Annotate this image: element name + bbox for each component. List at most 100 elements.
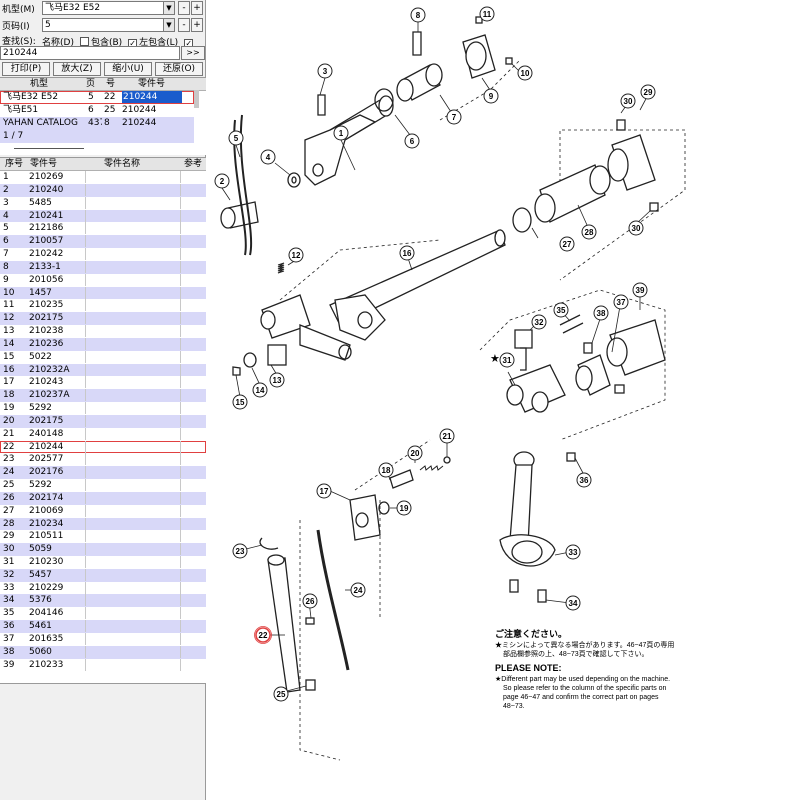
callout-37[interactable]: 37 (613, 294, 629, 310)
table-row[interactable]: 37 201635 (0, 632, 206, 646)
page-plus-button[interactable]: + (191, 18, 203, 32)
callout-21[interactable]: 21 (439, 428, 455, 444)
callout-4[interactable]: 4 (260, 149, 276, 165)
callout-31[interactable]: 31 (499, 352, 515, 368)
callout-18[interactable]: 18 (378, 462, 394, 478)
table-row[interactable]: 39 210233 (0, 658, 206, 672)
callout-36[interactable]: 36 (576, 472, 592, 488)
callout-38[interactable]: 38 (593, 305, 609, 321)
callout-13[interactable]: 13 (269, 372, 285, 388)
page-minus-button[interactable]: - (178, 18, 190, 32)
callout-2[interactable]: 2 (214, 173, 230, 189)
catalog-header-model[interactable]: 机型 (30, 78, 70, 90)
table-row[interactable]: 27 210069 (0, 504, 206, 518)
splitter-handle[interactable] (14, 148, 84, 149)
table-row[interactable]: 6 210057 (0, 235, 206, 249)
parts-header-part-no[interactable]: 零件号 (30, 158, 80, 170)
page-select[interactable]: 5 ▼ (42, 18, 175, 32)
callout-15[interactable]: 15 (232, 394, 248, 410)
table-row[interactable]: 36 5461 (0, 620, 206, 633)
table-row[interactable]: 31 210230 (0, 556, 206, 569)
callout-9[interactable]: 9 (483, 88, 499, 104)
callout-10[interactable]: 10 (517, 65, 533, 81)
callout-23[interactable]: 23 (232, 543, 248, 559)
callout-35[interactable]: 35 (553, 302, 569, 318)
restore-button[interactable]: 还原(O) (155, 62, 203, 76)
table-row[interactable]: 18 210237A (0, 389, 206, 402)
zoom-in-button[interactable]: 放大(Z) (53, 62, 101, 76)
include-checkbox[interactable] (79, 37, 89, 46)
table-row[interactable]: 35 204146 (0, 607, 206, 620)
table-row[interactable]: 13 210238 (0, 325, 206, 338)
table-row[interactable]: 34 5376 (0, 594, 206, 608)
callout-24[interactable]: 24 (350, 582, 366, 598)
table-row[interactable]: 21 240148 (0, 427, 206, 441)
callout-11[interactable]: 11 (479, 6, 495, 22)
callout-3[interactable]: 3 (317, 63, 333, 79)
parts-header-ref[interactable]: 参考 (184, 158, 206, 170)
callout-14[interactable]: 14 (252, 382, 268, 398)
table-row[interactable]: 30 5059 (0, 543, 206, 556)
model-select[interactable]: 飞马E32 E52 ▼ (42, 1, 175, 15)
model-plus-button[interactable]: + (191, 1, 203, 15)
table-row[interactable]: 22 210244 (0, 440, 206, 454)
callout-39[interactable]: 39 (632, 282, 648, 298)
table-row[interactable]: 33 210229 (0, 581, 206, 595)
callout-27[interactable]: 27 (559, 236, 575, 252)
catalog-row[interactable]: 飞马E32 E52 5 22 210244 (0, 91, 194, 104)
callout-29[interactable]: 29 (640, 84, 656, 100)
print-button[interactable]: 打印(P) (2, 62, 50, 76)
table-row[interactable]: 19 5292 (0, 402, 206, 415)
catalog-row[interactable]: 飞马E51 6 25 210244 (0, 104, 194, 117)
table-row[interactable]: 2 210240 (0, 183, 206, 197)
callout-30[interactable]: 30 (628, 220, 644, 236)
table-row[interactable]: 5 212186 (0, 222, 206, 235)
table-row[interactable]: 38 5060 (0, 645, 206, 659)
callout-17[interactable]: 17 (316, 483, 332, 499)
table-row[interactable]: 15 5022 (0, 350, 206, 364)
callout-8[interactable]: 8 (410, 7, 426, 23)
callout-33[interactable]: 33 (565, 544, 581, 560)
catalog-row[interactable]: YAHAN CATALOG 4378 210244 (0, 117, 194, 130)
chevron-down-icon[interactable]: ▼ (163, 2, 174, 14)
table-row[interactable]: 10 1457 (0, 286, 206, 300)
callout-28[interactable]: 28 (581, 224, 597, 240)
table-row[interactable]: 12 202175 (0, 312, 206, 326)
table-row[interactable]: 1 210269 (0, 171, 206, 184)
callout-32[interactable]: 32 (531, 314, 547, 330)
zoom-out-button[interactable]: 缩小(U) (104, 62, 152, 76)
table-row[interactable]: 8 2133-1 (0, 260, 206, 274)
table-row[interactable]: 17 210243 (0, 376, 206, 389)
table-row[interactable]: 9 201056 (0, 273, 206, 287)
catalog-header-part[interactable]: 零件号 (138, 78, 188, 90)
model-minus-button[interactable]: - (178, 1, 190, 15)
table-row[interactable]: 29 210511 (0, 530, 206, 543)
callout-20[interactable]: 20 (407, 445, 423, 461)
catalog-header-no[interactable]: 号 (106, 78, 120, 90)
callout-1[interactable]: 1 (333, 125, 349, 141)
callout-7[interactable]: 7 (446, 109, 462, 125)
callout-22[interactable]: 22 (254, 626, 272, 644)
callout-26[interactable]: 26 (302, 593, 318, 609)
callout-12[interactable]: 12 (288, 247, 304, 263)
table-row[interactable]: 28 210234 (0, 517, 206, 531)
callout-25[interactable]: 25 (273, 686, 289, 702)
table-row[interactable]: 24 202176 (0, 466, 206, 479)
table-row[interactable]: 32 5457 (0, 568, 206, 582)
table-row[interactable]: 26 202174 (0, 491, 206, 505)
callout-5[interactable]: 5 (228, 130, 244, 146)
catalog-scrollbar[interactable] (194, 90, 199, 108)
parts-header-part-name[interactable]: 零件名称 (104, 158, 164, 170)
table-row[interactable]: 14 210236 (0, 337, 206, 351)
callout-30[interactable]: 30 (620, 93, 636, 109)
table-row[interactable]: 23 202577 (0, 453, 206, 466)
callout-19[interactable]: 19 (396, 500, 412, 516)
search-go-button[interactable]: >> (181, 46, 205, 60)
chevron-down-icon[interactable]: ▼ (163, 19, 174, 31)
catalog-header-page[interactable]: 页 (86, 78, 100, 90)
search-input[interactable]: 210244 (0, 46, 180, 60)
table-row[interactable]: 25 5292 (0, 479, 206, 492)
table-row[interactable]: 3 5485 (0, 196, 206, 210)
parts-header-index[interactable]: 序号 (5, 158, 27, 170)
table-row[interactable]: 11 210235 (0, 299, 206, 312)
